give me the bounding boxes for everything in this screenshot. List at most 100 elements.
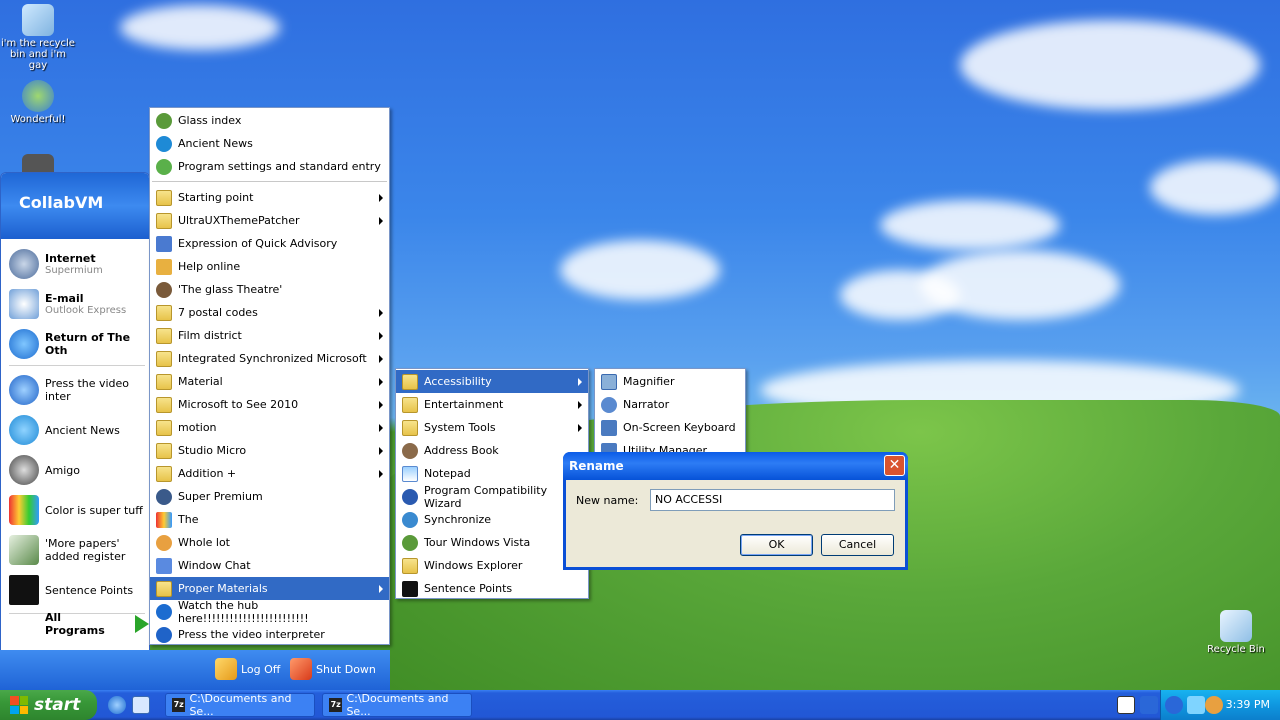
menu-item[interactable]: motion: [150, 416, 389, 439]
menu-item[interactable]: Address Book: [396, 439, 588, 462]
folder-icon: [156, 419, 172, 436]
all-programs-button[interactable]: All Programs: [45, 611, 149, 637]
menu-item[interactable]: Glass index: [150, 109, 389, 132]
menu-item-proper-materials[interactable]: Proper Materials: [150, 577, 389, 600]
submenu-arrow-icon: [379, 308, 383, 317]
menu-label: The: [178, 513, 199, 526]
cancel-button[interactable]: Cancel: [821, 534, 894, 556]
taskbar-item[interactable]: 7z C:\Documents and Se...: [165, 692, 315, 718]
log-off-button[interactable]: Log Off: [215, 658, 280, 680]
start-menu: CollabVM Internet Supermium E-mail Outlook…: [0, 172, 150, 690]
dialog-title-bar: Rename ✕: [563, 452, 908, 480]
folder-icon: [402, 419, 418, 436]
menu-item[interactable]: Ancient News: [150, 132, 389, 155]
submenu-arrow-icon: [379, 216, 383, 225]
help-icon[interactable]: [1117, 696, 1135, 714]
menu-item[interactable]: Program settings and standard entry: [150, 155, 389, 178]
submenu-arrow-icon: [379, 400, 383, 409]
recycle-bin-icon: [22, 4, 54, 36]
recent-item[interactable]: Amigo: [9, 455, 80, 485]
taskbar-item[interactable]: 7z C:\Documents and Se...: [322, 692, 472, 718]
menu-item-narrator[interactable]: Narrator: [595, 393, 745, 416]
shut-down-button[interactable]: Shut Down: [290, 658, 376, 680]
menu-item[interactable]: Material: [150, 370, 389, 393]
menu-item[interactable]: Sentence Points: [396, 577, 588, 600]
ie-icon: [9, 329, 39, 359]
menu-item[interactable]: Window Chat: [150, 554, 389, 577]
recent-item[interactable]: Ancient News: [9, 415, 120, 445]
recent-item[interactable]: 'More papers' added register: [9, 535, 145, 565]
menu-item[interactable]: Addition +: [150, 462, 389, 485]
menu-item[interactable]: UltraUXThemePatcher: [150, 209, 389, 232]
desktop-icon-recycle-bin[interactable]: Recycle Bin: [1198, 610, 1274, 655]
green-arrow-icon: [135, 615, 149, 633]
menu-item[interactable]: Microsoft to See 2010: [150, 393, 389, 416]
tray-arrow-icon[interactable]: [1140, 696, 1158, 714]
folder-icon: [156, 212, 172, 229]
new-name-input[interactable]: NO ACCESSI: [650, 489, 895, 511]
menu-item[interactable]: Studio Micro: [150, 439, 389, 462]
submenu-arrow-icon: [379, 446, 383, 455]
menu-label: On-Screen Keyboard: [623, 421, 736, 434]
menu-item[interactable]: Film district: [150, 324, 389, 347]
menu-label: Address Book: [424, 444, 499, 457]
menu-item-starting-point[interactable]: Starting point: [150, 186, 389, 209]
menu-item[interactable]: Program Compatibility Wizard: [396, 484, 588, 510]
menu-label: 7 postal codes: [178, 306, 258, 319]
pinned-title: E-mail: [45, 292, 84, 305]
menu-item[interactable]: Super Premium: [150, 485, 389, 508]
start-button[interactable]: start: [0, 690, 97, 720]
network-icon[interactable]: [1187, 696, 1205, 714]
search-icon[interactable]: [1205, 696, 1223, 714]
close-icon[interactable]: ✕: [884, 455, 905, 476]
recent-label: Color is super tuff: [45, 503, 143, 517]
task-label: C:\Documents and Se...: [346, 692, 449, 718]
recent-item[interactable]: Color is super tuff: [9, 495, 143, 525]
tour-icon: [402, 534, 418, 551]
menu-label: motion: [178, 421, 217, 434]
menu-item[interactable]: Windows Explorer: [396, 554, 588, 577]
clock[interactable]: 3:39 PM: [1226, 698, 1270, 711]
key-icon: [215, 658, 237, 680]
desktop-icon-wonderful[interactable]: Wonderful!: [0, 80, 76, 125]
help-icon: [402, 488, 418, 505]
pinned-internet[interactable]: Internet Supermium: [9, 249, 103, 279]
pinned-title: Internet: [45, 252, 96, 265]
show-desktop-icon[interactable]: [132, 696, 150, 714]
menu-item[interactable]: System Tools: [396, 416, 588, 439]
menu-label: Window Chat: [178, 559, 251, 572]
shut-down-label: Shut Down: [316, 662, 376, 676]
folder-icon: [156, 442, 172, 459]
menu-item[interactable]: Synchronize: [396, 508, 588, 531]
desktop-icon-recycle-gay[interactable]: i'm the recycle bin and i'm gay: [0, 4, 76, 71]
pinned-return[interactable]: Return of The Oth: [9, 329, 149, 359]
desktop-icon-raccoon[interactable]: [0, 154, 76, 174]
paint-icon: [9, 495, 39, 525]
menu-item[interactable]: Integrated Synchronized Microsoft: [150, 347, 389, 370]
menu-label: Microsoft to See 2010: [178, 398, 299, 411]
menu-item[interactable]: 7 postal codes: [150, 301, 389, 324]
notepad-icon: [402, 465, 418, 482]
recent-item[interactable]: Press the video inter: [9, 375, 149, 405]
menu-item-accessibility[interactable]: Accessibility: [396, 370, 588, 393]
ie-icon[interactable]: [108, 696, 126, 714]
menu-item[interactable]: The: [150, 508, 389, 531]
pinned-email[interactable]: E-mail Outlook Express: [9, 289, 126, 319]
menu-label: System Tools: [424, 421, 496, 434]
menu-item[interactable]: 'The glass Theatre': [150, 278, 389, 301]
menu-item[interactable]: Tour Windows Vista: [396, 531, 588, 554]
menu-item[interactable]: Whole lot: [150, 531, 389, 554]
menu-item-magnifier[interactable]: Magnifier: [595, 370, 745, 393]
menu-item[interactable]: Expression of Quick Advisory: [150, 232, 389, 255]
menu-item[interactable]: Entertainment: [396, 393, 588, 416]
pinned-subtitle: Outlook Express: [45, 305, 127, 316]
menu-item-on-screen-keyboard[interactable]: On-Screen Keyboard: [595, 416, 745, 439]
menu-item[interactable]: Help online: [150, 255, 389, 278]
menu-item[interactable]: Notepad: [396, 462, 588, 485]
chevron-left-icon[interactable]: [1165, 696, 1183, 714]
menu-item[interactable]: Press the video interpreter: [150, 623, 389, 646]
recent-item[interactable]: Sentence Points: [9, 575, 133, 605]
ok-button[interactable]: OK: [740, 534, 813, 556]
menu-item[interactable]: Watch the hub here!!!!!!!!!!!!!!!!!!!!!!…: [150, 599, 389, 625]
folder-icon: [156, 396, 172, 413]
